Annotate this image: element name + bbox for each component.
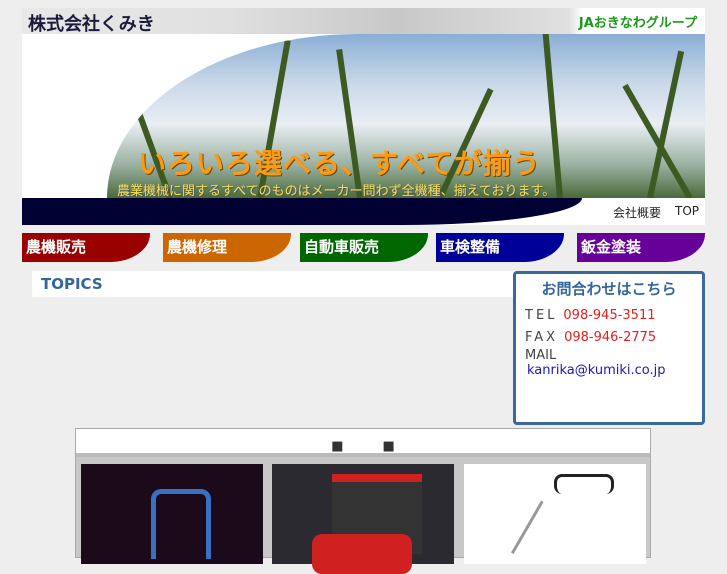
nav-car-sales[interactable]: 自動車販売	[300, 233, 428, 262]
nav-bodywork[interactable]: 鈑金塗装	[577, 233, 705, 262]
products-heading: ■ ■	[76, 429, 650, 457]
contact-box: お問合わせはこちら TEL 098-945-3511 FAX 098-946-277…	[513, 271, 705, 425]
site-title[interactable]: 株式会社くみき	[28, 10, 155, 36]
product-image-cultivator[interactable]	[464, 464, 646, 568]
nav-farm-machine-repair[interactable]: 農機修理	[163, 233, 291, 262]
mail-label: MAIL	[525, 348, 557, 363]
site-header: 株式会社くみき JAおきなわグループ いろいろ選べる、すべてが揃う 農業機械に関…	[22, 8, 705, 225]
tel-label: TEL	[525, 308, 558, 323]
product-image-tractor-red[interactable]	[272, 464, 454, 574]
top-link[interactable]: TOP	[675, 204, 699, 221]
group-label: JAおきなわグループ	[578, 16, 697, 31]
banner-catchphrase: いろいろ選べる、すべてが揃う	[138, 147, 541, 180]
nav-farm-machine-sales[interactable]: 農機販売	[22, 233, 150, 262]
company-profile-link[interactable]: 会社概要	[613, 204, 661, 221]
nav-inspection[interactable]: 車検整備	[436, 233, 564, 262]
mail-link[interactable]: kanrika@kumiki.co.jp	[527, 363, 666, 378]
products-table: ■ ■	[75, 428, 651, 574]
banner-subtitle: 農業機械に関するすべてのものはメーカー問わず全機種、揃えております。	[117, 184, 556, 199]
header-bar	[22, 198, 582, 225]
fax-number: 098-946-2775	[564, 330, 657, 345]
fax-label: FAX	[525, 330, 559, 345]
topics-section: TOPICS	[32, 271, 515, 297]
title-bar: 株式会社くみき JAおきなわグループ	[22, 8, 705, 36]
contact-title: お問合わせはこちら	[541, 280, 677, 298]
product-image-tractor-blue[interactable]	[81, 464, 263, 564]
topics-title: TOPICS	[41, 275, 103, 293]
tel-number[interactable]: 098-945-3511	[563, 308, 655, 323]
